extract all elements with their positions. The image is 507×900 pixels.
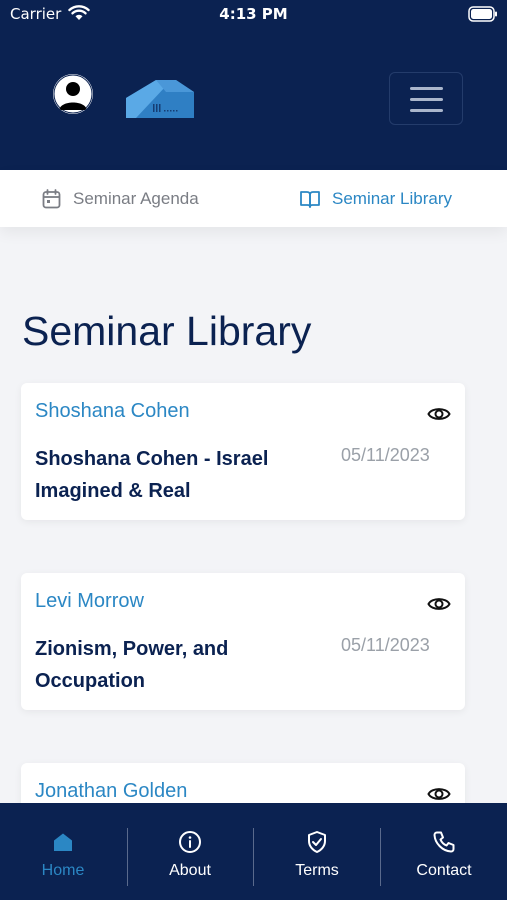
user-avatar[interactable] — [53, 74, 93, 114]
book-icon — [300, 190, 320, 208]
battery-icon — [468, 6, 497, 22]
hamburger-menu-button[interactable] — [389, 72, 463, 125]
nav-label: Contact — [416, 862, 472, 879]
nav-terms[interactable]: Terms — [254, 803, 380, 900]
speaker-name[interactable]: Shoshana Cohen — [35, 400, 190, 423]
nav-label: About — [169, 862, 211, 879]
nav-label: Home — [41, 862, 85, 879]
nav-about[interactable]: About — [127, 803, 253, 900]
nav-label: Terms — [295, 862, 339, 879]
clock: 4:13 PM — [219, 5, 288, 23]
seminar-title: Zionism, Power, and Occupation — [35, 638, 229, 692]
menu-bar-middle — [410, 98, 443, 101]
speaker-name[interactable]: Levi Morrow — [35, 590, 144, 613]
seminar-title: Shoshana Cohen - Israel Imagined & Real — [35, 448, 269, 502]
user-icon — [53, 74, 93, 114]
menu-bar-bottom — [410, 109, 443, 112]
eye-icon[interactable] — [427, 785, 451, 803]
hamburger-menu-icon — [410, 87, 443, 90]
tab-label: Seminar Agenda — [73, 188, 199, 208]
speaker-name[interactable]: Jonathan Golden — [35, 780, 187, 803]
tab-bar: Seminar Agenda Seminar Library — [0, 170, 507, 227]
eye-icon[interactable] — [427, 405, 451, 423]
page-title: Seminar Library — [22, 308, 312, 354]
tab-seminar-library[interactable]: Seminar Library — [300, 170, 452, 227]
tab-label: Seminar Library — [332, 188, 452, 208]
eye-icon[interactable] — [427, 595, 451, 613]
home-icon — [54, 833, 72, 851]
seminar-card[interactable]: Levi Morrow Zionism, Power, and Occupati… — [21, 573, 465, 710]
info-icon — [179, 831, 201, 853]
calendar-icon — [42, 188, 61, 208]
app-header: Carrier 4:13 PM — [0, 0, 507, 170]
tab-seminar-agenda[interactable]: Seminar Agenda — [42, 170, 199, 227]
shield-check-icon — [308, 831, 326, 853]
seminar-card[interactable]: Shoshana Cohen Shoshana Cohen - Israel I… — [21, 383, 465, 520]
seminar-date: 05/11/2023 — [341, 635, 430, 655]
bottom-nav: Home About Terms Contact — [0, 803, 507, 900]
seminar-date: 05/11/2023 — [341, 445, 430, 465]
logo-icon — [126, 80, 194, 118]
nav-contact[interactable]: Contact — [381, 803, 507, 900]
status-bar: Carrier 4:13 PM — [0, 0, 507, 30]
nav-home[interactable]: Home — [0, 803, 126, 900]
phone-icon — [433, 831, 455, 853]
